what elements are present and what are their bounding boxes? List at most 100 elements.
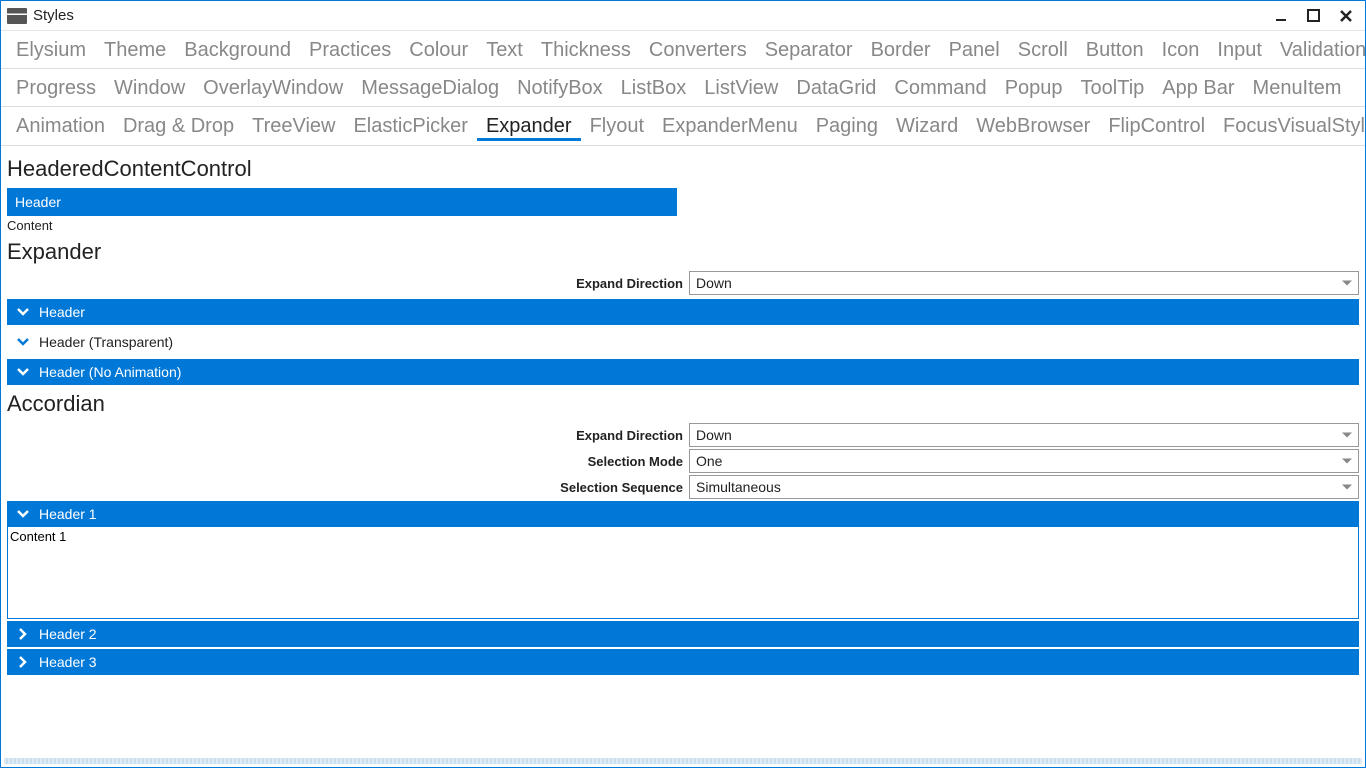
tab-scroll[interactable]: Scroll (1009, 37, 1077, 64)
tab-drag-drop[interactable]: Drag & Drop (114, 113, 243, 141)
expander-header-label: Header (No Animation) (39, 364, 181, 380)
tab-elasticpicker[interactable]: ElasticPicker (344, 113, 476, 141)
chevron-down-icon (15, 506, 31, 522)
section-title-accordian: Accordian (7, 391, 1359, 417)
tab-row-3: AnimationDrag & DropTreeViewElasticPicke… (1, 107, 1365, 145)
tab-command[interactable]: Command (885, 75, 995, 102)
maximize-button[interactable] (1307, 9, 1321, 23)
accordian-content-0: Content 1 (7, 527, 1359, 619)
tab-converters[interactable]: Converters (640, 37, 756, 64)
tab-elysium[interactable]: Elysium (7, 37, 95, 64)
accordian-field-value: One (696, 453, 722, 469)
tab-listview[interactable]: ListView (695, 75, 787, 102)
tab-theme[interactable]: Theme (95, 37, 175, 64)
chevron-down-icon (1342, 459, 1352, 464)
accordian-field-value: Simultaneous (696, 479, 781, 495)
tab-overlaywindow[interactable]: OverlayWindow (194, 75, 352, 102)
minimize-button[interactable] (1275, 9, 1289, 23)
tab-treeview[interactable]: TreeView (243, 113, 344, 141)
section-title-hcc: HeaderedContentControl (7, 156, 1359, 182)
chevron-down-icon (15, 304, 31, 320)
accordian-field-value: Down (696, 427, 732, 443)
tab-listbox[interactable]: ListBox (612, 75, 696, 102)
accordian-field-combo[interactable]: Simultaneous (689, 475, 1359, 499)
accordian-field-combo[interactable]: One (689, 449, 1359, 473)
tab-practices[interactable]: Practices (300, 37, 400, 64)
tab-progress[interactable]: Progress (7, 75, 105, 102)
expander-header-1[interactable]: Header (Transparent) (7, 329, 1359, 355)
expander-header-2[interactable]: Header (No Animation) (7, 359, 1359, 385)
close-button[interactable] (1339, 9, 1353, 23)
titlebar: Styles (1, 1, 1365, 31)
tab-button[interactable]: Button (1077, 37, 1153, 64)
expander-header-label: Header (Transparent) (39, 334, 173, 350)
tab-input[interactable]: Input (1208, 37, 1270, 64)
chevron-down-icon (15, 334, 31, 350)
tab-validation[interactable]: Validation (1271, 37, 1366, 64)
tab-webbrowser[interactable]: WebBrowser (967, 113, 1099, 141)
tab-app-bar[interactable]: App Bar (1153, 75, 1243, 102)
tab-animation[interactable]: Animation (7, 113, 114, 141)
chevron-down-icon (1342, 281, 1352, 286)
accordian-header-0[interactable]: Header 1 (7, 501, 1359, 527)
window-title: Styles (33, 7, 74, 24)
main-content: HeaderedContentControl Header Content Ex… (1, 146, 1365, 756)
tab-expander[interactable]: Expander (477, 113, 581, 141)
tab-wizard[interactable]: Wizard (887, 113, 967, 141)
accordian-item-2: Header 3 (7, 649, 1359, 675)
tab-thickness[interactable]: Thickness (532, 37, 640, 64)
accordian-header-label: Header 1 (39, 506, 97, 522)
tab-icon[interactable]: Icon (1153, 37, 1209, 64)
accordian-field-label: Expand Direction (7, 428, 689, 443)
horizontal-scrollbar[interactable] (4, 758, 1362, 764)
expander-direction-value: Down (696, 275, 732, 291)
expander-direction-row: Expand Direction Down (7, 271, 1359, 295)
accordian-field-label: Selection Sequence (7, 480, 689, 495)
tab-notifybox[interactable]: NotifyBox (508, 75, 612, 102)
tab-background[interactable]: Background (175, 37, 300, 64)
hcc-content: Content (7, 216, 1359, 233)
accordian-header-2[interactable]: Header 3 (7, 649, 1359, 675)
app-icon (7, 8, 27, 24)
tab-messagedialog[interactable]: MessageDialog (352, 75, 508, 102)
accordian-field-row-0: Expand Direction Down (7, 423, 1359, 447)
tab-tooltip[interactable]: ToolTip (1072, 75, 1154, 102)
tab-datagrid[interactable]: DataGrid (787, 75, 885, 102)
tab-menuitem[interactable]: MenuItem (1244, 75, 1351, 102)
tab-window[interactable]: Window (105, 75, 194, 102)
tab-popup[interactable]: Popup (996, 75, 1072, 102)
tab-flipcontrol[interactable]: FlipControl (1099, 113, 1214, 141)
tab-row-1: ElysiumThemeBackgroundPracticesColourTex… (1, 31, 1365, 69)
chevron-down-icon (1342, 433, 1352, 438)
tab-panel[interactable]: Panel (940, 37, 1009, 64)
accordian-header-1[interactable]: Header 2 (7, 621, 1359, 647)
tab-strip: ElysiumThemeBackgroundPracticesColourTex… (1, 31, 1365, 146)
expander-direction-label: Expand Direction (7, 276, 689, 291)
expander-direction-combo[interactable]: Down (689, 271, 1359, 295)
hcc-header: Header (7, 188, 677, 216)
accordian-header-label: Header 3 (39, 654, 97, 670)
section-title-expander: Expander (7, 239, 1359, 265)
tab-colour[interactable]: Colour (400, 37, 477, 64)
chevron-down-icon (1342, 485, 1352, 490)
accordian-field-row-2: Selection Sequence Simultaneous (7, 475, 1359, 499)
chevron-down-icon (15, 364, 31, 380)
tab-text[interactable]: Text (477, 37, 532, 64)
accordian-field-label: Selection Mode (7, 454, 689, 469)
accordian-field-combo[interactable]: Down (689, 423, 1359, 447)
accordian-field-row-1: Selection Mode One (7, 449, 1359, 473)
expander-header-label: Header (39, 304, 85, 320)
tab-row-2: ProgressWindowOverlayWindowMessageDialog… (1, 69, 1365, 107)
tab-focusvisualstyle[interactable]: FocusVisualStyle (1214, 113, 1366, 141)
tab-border[interactable]: Border (862, 37, 940, 64)
accordian-item-1: Header 2 (7, 621, 1359, 647)
tab-expandermenu[interactable]: ExpanderMenu (653, 113, 807, 141)
tab-paging[interactable]: Paging (807, 113, 887, 141)
tab-flyout[interactable]: Flyout (581, 113, 653, 141)
chevron-right-icon (15, 654, 31, 670)
expander-header-0[interactable]: Header (7, 299, 1359, 325)
window-buttons (1275, 9, 1361, 23)
tab-separator[interactable]: Separator (756, 37, 862, 64)
chevron-right-icon (15, 626, 31, 642)
accordian-item-0: Header 1 Content 1 (7, 501, 1359, 619)
